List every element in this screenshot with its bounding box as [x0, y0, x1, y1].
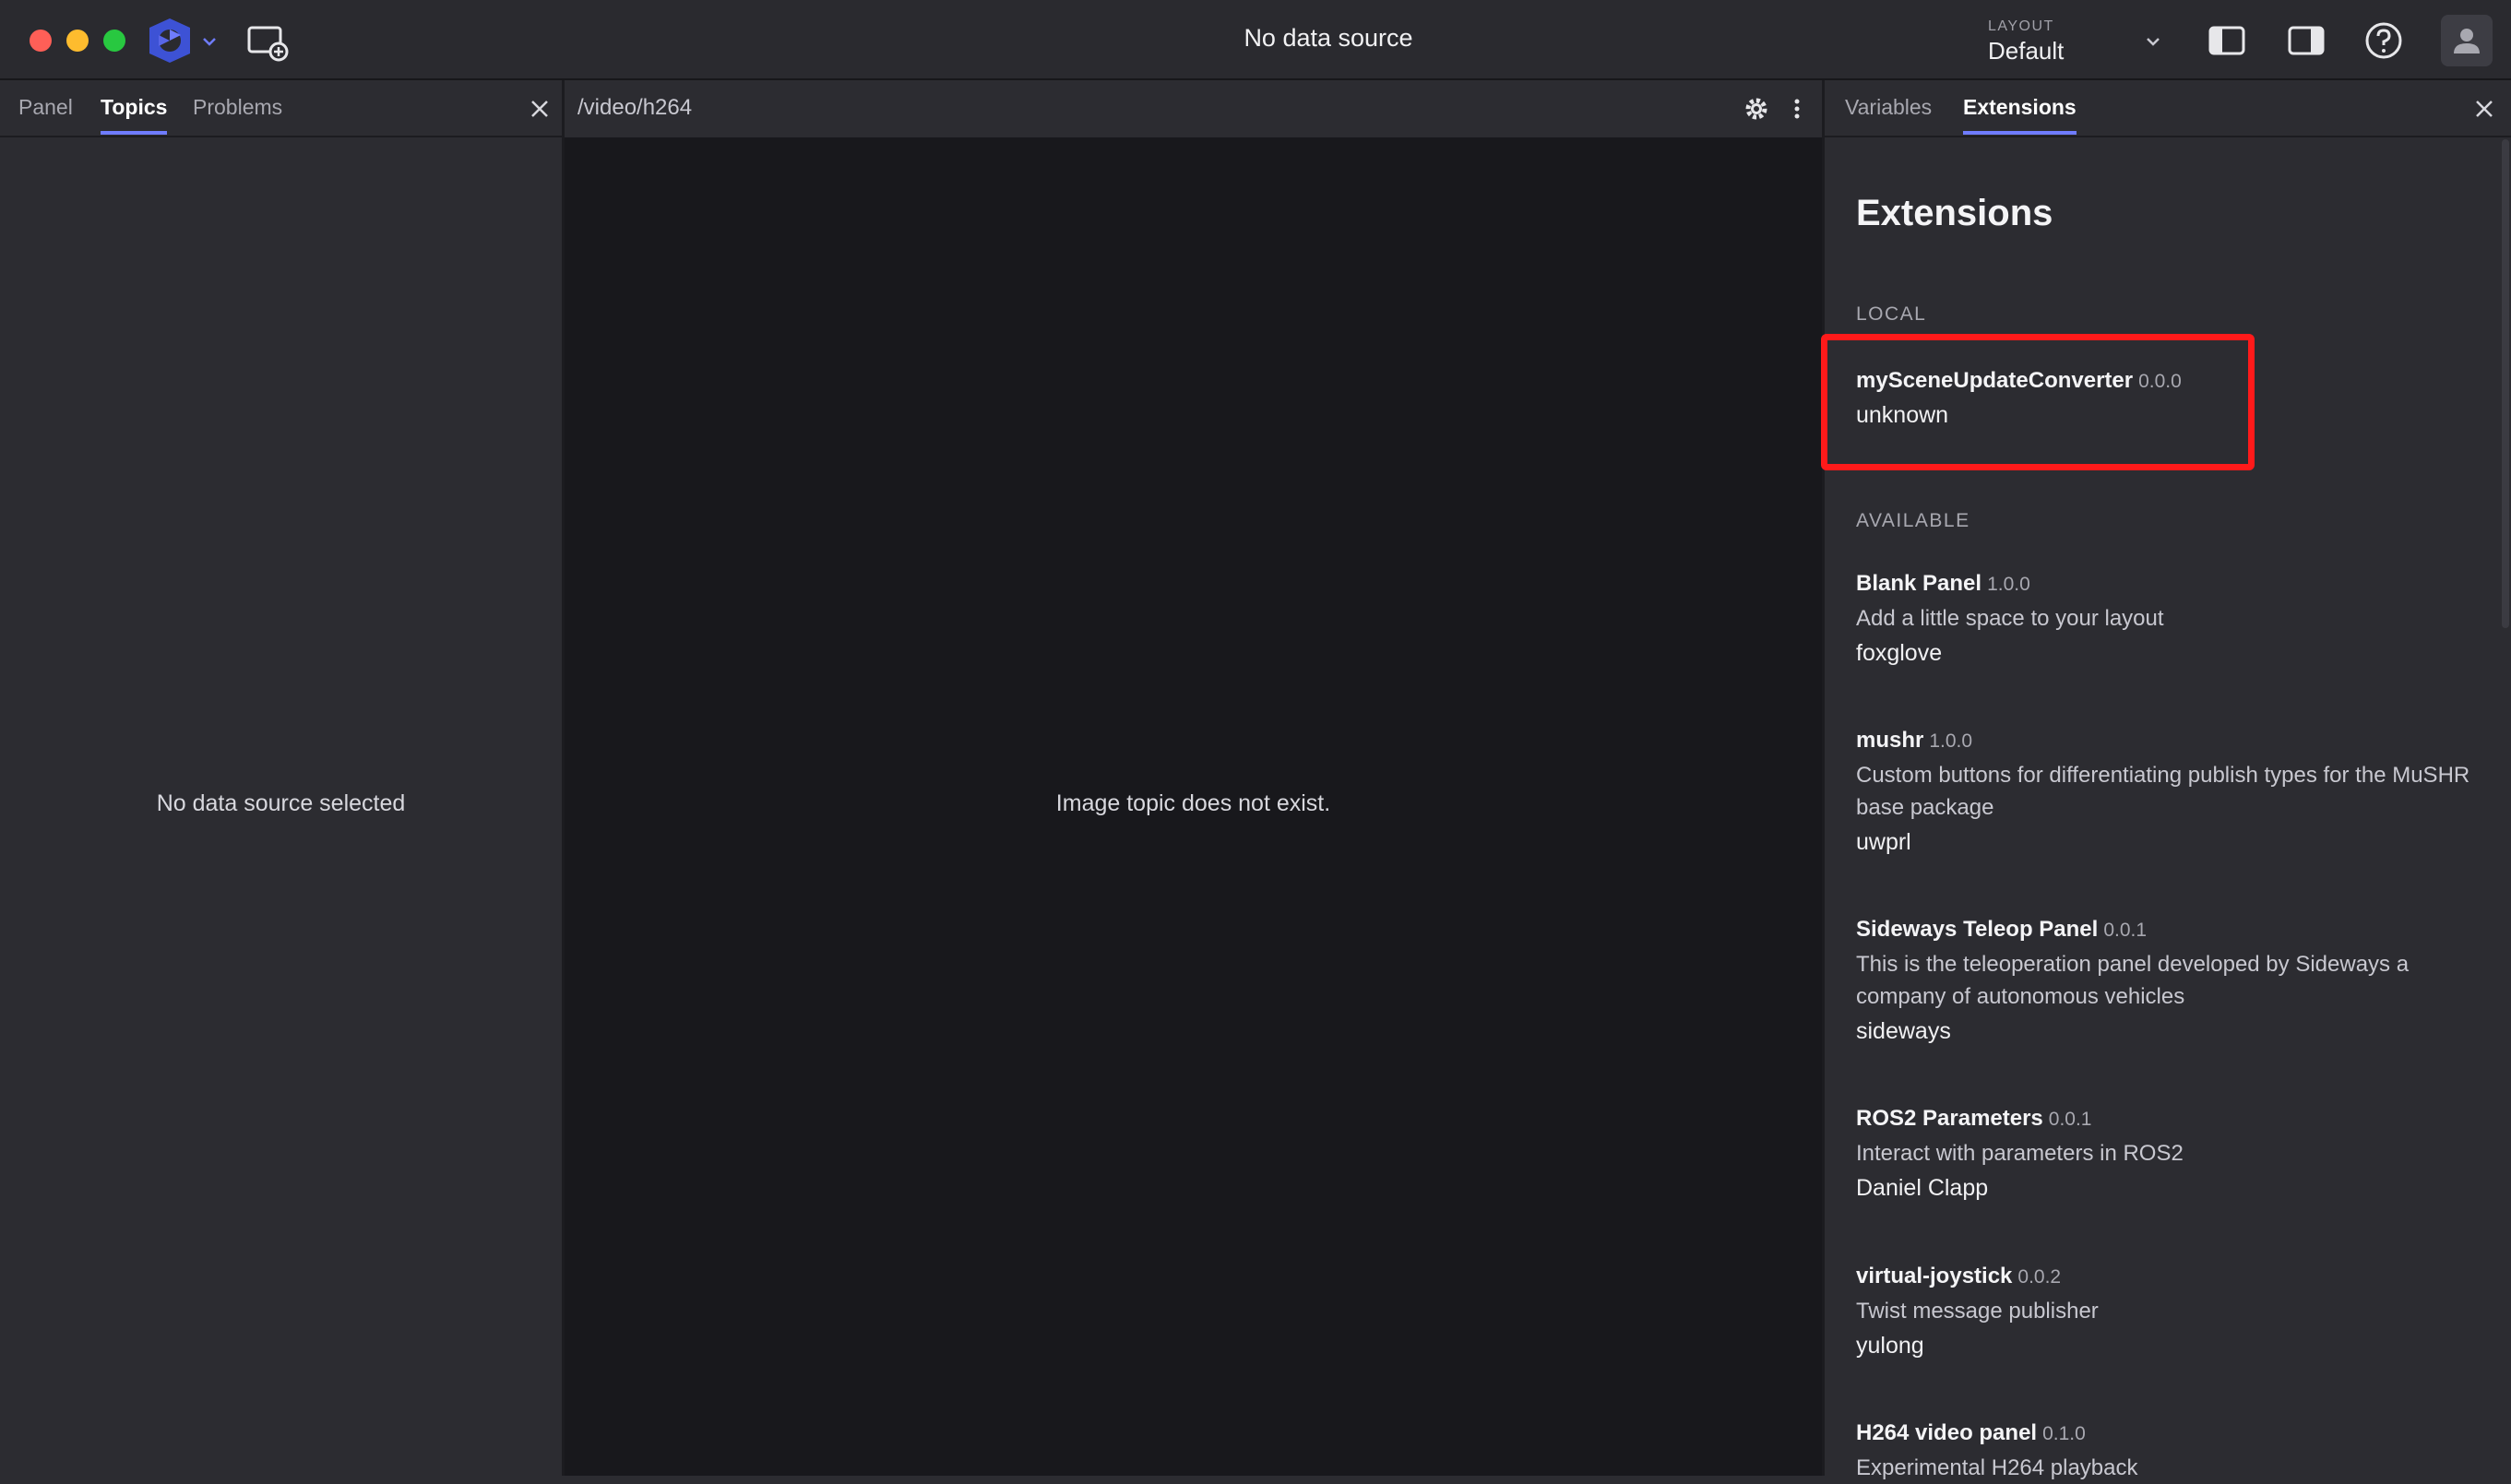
minimize-window-button[interactable] — [66, 30, 89, 52]
tab-variables[interactable]: Variables — [1845, 95, 1932, 133]
extension-publisher: Daniel Clapp — [1856, 1175, 1989, 1201]
tab-panel[interactable]: Panel — [18, 95, 73, 133]
extension-item[interactable]: mushr 1.0.0 Custom buttons for differenti… — [1856, 726, 2493, 856]
scrollbar[interactable] — [2502, 139, 2509, 628]
extension-item[interactable]: ROS2 Parameters 0.0.1 Interact with param… — [1856, 1104, 2493, 1202]
user-avatar-button[interactable] — [2441, 15, 2493, 66]
layout-selector[interactable]: Default — [1988, 37, 2064, 65]
user-icon — [2454, 29, 2480, 53]
right-sidebar-toggle-icon[interactable] — [2284, 18, 2328, 63]
new-window-icon[interactable] — [245, 22, 290, 63]
close-icon[interactable] — [528, 97, 552, 121]
left-sidebar: Panel Topics Problems No data source sel… — [0, 80, 565, 1476]
close-icon[interactable] — [2472, 97, 2496, 121]
topic-path[interactable]: /video/h264 — [577, 95, 692, 121]
chevron-down-icon[interactable] — [199, 31, 220, 52]
extension-version: 1.0.0 — [1929, 730, 1973, 752]
app-logo-icon[interactable] — [144, 15, 196, 66]
extension-version: 0.0.2 — [2017, 1266, 2062, 1288]
extension-description: Add a little space to your layout — [1856, 606, 2164, 631]
left-sidebar-tabs: Panel Topics Problems — [0, 80, 562, 137]
close-window-button[interactable] — [30, 30, 52, 52]
extension-version: 1.0.0 — [1987, 574, 2030, 595]
panel-toolbar: /video/h264 — [565, 80, 1822, 137]
extension-publisher: uwprl — [1856, 829, 1911, 855]
extension-description: Interact with parameters in ROS2 — [1856, 1141, 2184, 1166]
title-bar: No data source LAYOUT Default — [0, 0, 2511, 80]
empty-state-message: No data source selected — [156, 790, 406, 816]
maximize-window-button[interactable] — [103, 30, 125, 52]
extension-name: ROS2 Parameters — [1856, 1106, 2043, 1131]
layout-label: LAYOUT — [1988, 18, 2054, 34]
local-section-label: LOCAL — [1856, 303, 1927, 325]
extension-name: mushr — [1856, 728, 1924, 753]
extensions-heading: Extensions — [1856, 193, 2053, 233]
extension-version: 0.0.1 — [2048, 1109, 2092, 1130]
extension-description: Experimental H264 playback — [1856, 1455, 2138, 1480]
tab-problems[interactable]: Problems — [193, 95, 282, 133]
extension-publisher: yulong — [1856, 1333, 1924, 1359]
extension-item[interactable]: virtual-joystick 0.0.2 Twist message publ… — [1856, 1262, 2493, 1359]
chevron-down-icon[interactable] — [2142, 30, 2164, 53]
extension-item[interactable]: Sideways Teleop Panel 0.0.1 This is the t… — [1856, 915, 2493, 1045]
extension-name: Sideways Teleop Panel — [1856, 917, 2099, 942]
tab-topics[interactable]: Topics — [101, 95, 168, 135]
image-panel: /video/h264 Image topic does not exist. — [565, 80, 1825, 1476]
extension-name: Blank Panel — [1856, 571, 1982, 596]
highlight-box — [1821, 334, 2255, 470]
available-section-label: AVAILABLE — [1856, 510, 1970, 531]
right-sidebar-tabs: Variables Extensions — [1825, 80, 2511, 137]
extension-name: H264 video panel — [1856, 1420, 2038, 1445]
extension-item[interactable]: Blank Panel 1.0.0 Add a little space to y… — [1856, 569, 2493, 667]
left-sidebar-toggle-icon[interactable] — [2205, 18, 2249, 63]
extension-version: 0.1.0 — [2042, 1423, 2086, 1444]
extension-description: Twist message publisher — [1856, 1299, 2099, 1324]
extension-description: This is the teleoperation panel develope… — [1856, 952, 2410, 1009]
extension-description: Custom buttons for differentiating publi… — [1856, 763, 2470, 820]
gear-icon[interactable] — [1743, 96, 1769, 122]
window-title: No data source — [1244, 24, 1413, 52]
more-options-icon[interactable] — [1784, 96, 1810, 122]
panel-message: Image topic does not exist. — [1055, 790, 1331, 816]
extension-version: 0.0.1 — [2103, 920, 2148, 941]
extension-item[interactable]: H264 video panel 0.1.0 Experimental H264 … — [1856, 1419, 2493, 1484]
tab-extensions[interactable]: Extensions — [1963, 95, 2077, 135]
help-icon[interactable] — [2362, 18, 2406, 63]
extension-name: virtual-joystick — [1856, 1264, 2013, 1288]
extension-publisher: sideways — [1856, 1018, 1951, 1044]
extension-publisher: foxglove — [1856, 640, 1943, 666]
right-sidebar: Variables Extensions Extensions LOCAL my… — [1825, 80, 2511, 1480]
